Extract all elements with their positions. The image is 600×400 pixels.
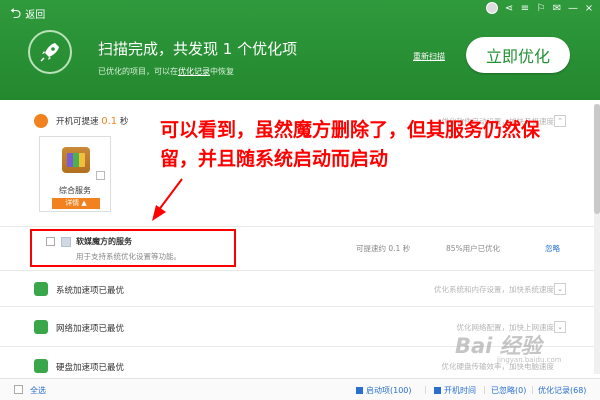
back-button[interactable]: ⮌ 返回	[10, 5, 46, 22]
subtitle-prefix: 已优化的项目，可以在	[98, 67, 178, 76]
startup-icon	[356, 387, 363, 394]
boot-speed-label: 开机可提速 0.1 秒	[56, 115, 128, 127]
service-percent: 85%用户已优化	[446, 244, 501, 253]
clock-icon	[434, 387, 441, 394]
optimize-now-button[interactable]: 立即优化	[466, 37, 570, 73]
footer-bar: 全选 启动项(100) | 开机时间 | 已忽略(0) | 优化记录(68)	[0, 378, 600, 400]
card-detail-button[interactable]: 详情 ▲	[52, 198, 100, 209]
boot-time-link[interactable]: 开机时间	[434, 385, 476, 396]
subtitle-suffix: 中恢复	[210, 67, 234, 76]
expand-toggle[interactable]: ⌄	[554, 283, 566, 295]
service-checkbox[interactable]	[46, 237, 55, 246]
watermark-url: jingyan.baidu.com	[497, 356, 562, 364]
service-speedup: 可提速约 0.1 秒	[356, 244, 411, 253]
scrollbar-thumb[interactable]	[594, 104, 600, 214]
separator: |	[424, 385, 427, 394]
skin-icon[interactable]: ⚐	[536, 3, 546, 14]
ignore-link[interactable]: 忽略	[545, 243, 560, 254]
disk-icon	[34, 359, 48, 373]
window-controls: ⋖ ≡ ⚐ ✉ — ×	[486, 2, 594, 14]
boot-label-text: 开机可提速	[56, 117, 99, 127]
expand-toggle[interactable]: ⌄	[554, 321, 566, 333]
header: ⮌ 返回 ⋖ ≡ ⚐ ✉ — × 扫描完成，共发现 1 个优化项 已优化的项目，…	[0, 0, 600, 100]
share-icon[interactable]: ⋖	[504, 3, 514, 14]
select-all-label[interactable]: 全选	[30, 385, 46, 396]
page-title: 扫描完成，共发现 1 个优化项	[98, 40, 298, 58]
boot-time-label: 开机时间	[444, 386, 476, 395]
service-card[interactable]: 综合服务 详情 ▲	[39, 136, 111, 212]
select-all-checkbox[interactable]	[14, 385, 23, 394]
optimize-history-footer-link[interactable]: 优化记录(68)	[538, 385, 586, 396]
card-checkbox[interactable]	[96, 171, 105, 180]
separator: |	[531, 385, 534, 394]
back-label: 返回	[25, 10, 46, 21]
boot-speed-value: 0.1	[101, 116, 118, 127]
optimize-history-link[interactable]: 优化记录	[178, 67, 210, 76]
minimize-icon[interactable]: —	[568, 3, 578, 14]
ignored-link[interactable]: 已忽略(0)	[491, 385, 526, 396]
startup-items-label: 启动项(100)	[366, 386, 412, 395]
menu-icon[interactable]: ≡	[520, 3, 530, 14]
annotation-text: 可以看到，虽然魔方删除了，但其服务仍然保留，并且随系统启动而启动	[160, 119, 541, 170]
startup-items-link[interactable]: 启动项(100)	[356, 385, 412, 396]
avatar[interactable]	[486, 2, 498, 14]
category-label: 系统加速项已最优	[56, 286, 125, 296]
lightning-icon	[34, 114, 48, 128]
header-subtitle: 已优化的项目，可以在优化记录中恢复	[98, 66, 234, 77]
category-label: 硬盘加速项已最优	[56, 363, 125, 373]
service-name: 软媒魔方的服务	[76, 237, 132, 246]
collapse-toggle[interactable]: ⌃	[554, 115, 566, 127]
category-description: 优化系统和内存设置，加快系统速度	[434, 285, 554, 294]
back-arrow-icon: ⮌	[10, 5, 22, 22]
category-label: 网络加速项已最优	[56, 324, 125, 334]
rescan-link[interactable]: 重新扫描	[413, 51, 445, 62]
rocket-icon	[28, 30, 72, 74]
service-description: 用于支持系统优化设置等功能。	[76, 252, 181, 261]
card-label: 综合服务	[59, 186, 91, 195]
annotation-arrow	[152, 178, 183, 221]
message-icon[interactable]: ✉	[552, 3, 562, 14]
separator: |	[483, 385, 486, 394]
service-icon	[61, 237, 71, 247]
windows-icon	[34, 282, 48, 296]
close-icon[interactable]: ×	[584, 3, 594, 14]
category-row-system[interactable]: 系统加速项已最优 优化系统和内存设置，加快系统速度 ⌄	[0, 271, 600, 307]
boot-speed-unit: 秒	[119, 117, 129, 127]
rubik-cube-app-icon	[62, 147, 90, 173]
network-icon	[34, 320, 48, 334]
